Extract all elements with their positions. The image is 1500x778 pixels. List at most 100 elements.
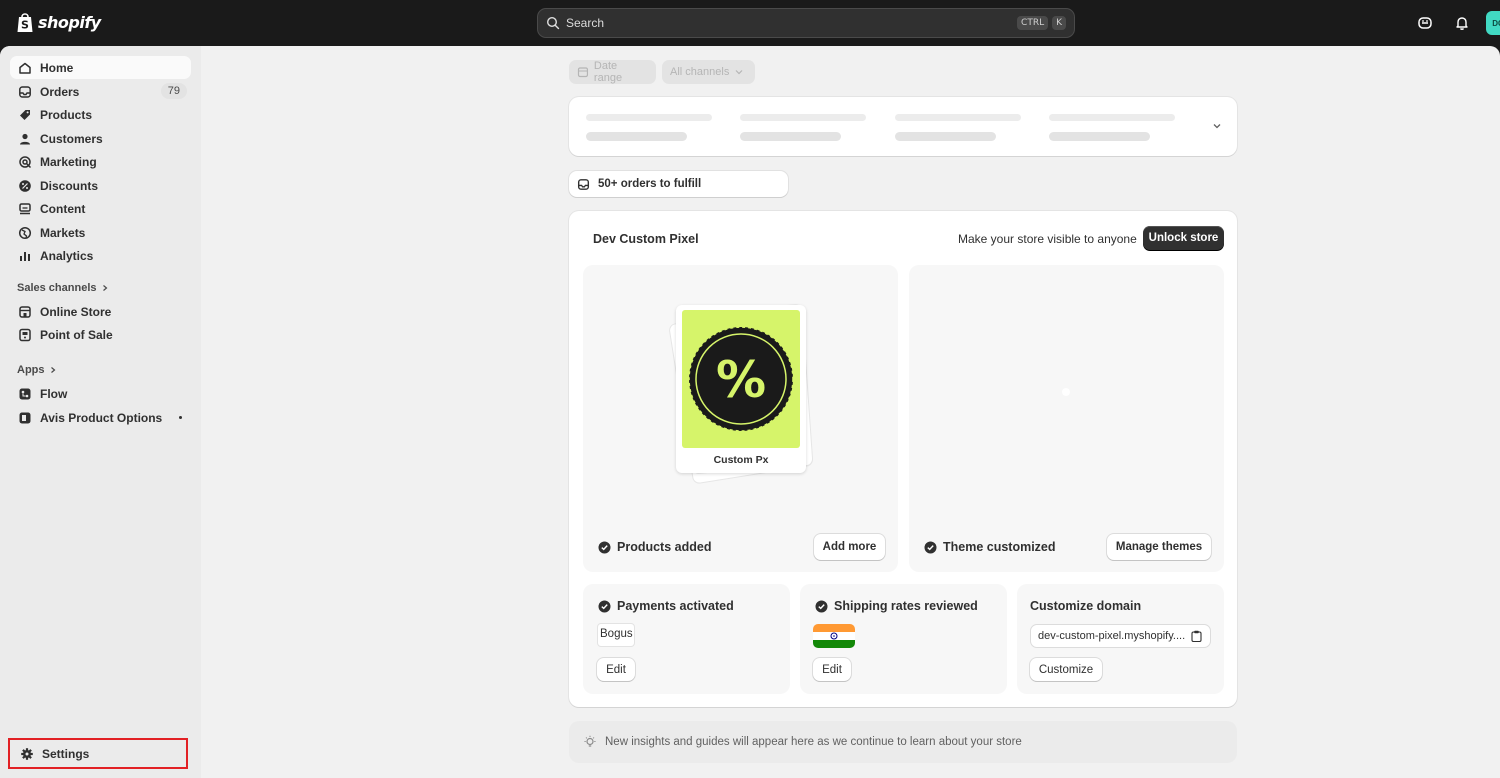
apps-heading[interactable]: Apps [17,364,57,376]
india-flag-icon [813,624,855,648]
payment-provider-logo: Bogus [597,623,635,647]
sidebar-item-markets[interactable]: Markets [10,221,191,244]
domain-panel: Customize domain dev-custom-pixel.myshop… [1017,584,1224,694]
channels-label: All channels [670,66,730,78]
shipping-edit-button[interactable]: Edit [813,658,851,681]
sidebar-item-content[interactable]: Content [10,197,191,220]
home-icon [19,62,31,74]
sidebar-item-point-of-sale[interactable]: Point of Sale [10,323,191,346]
sidebar-item-settings[interactable]: Settings [12,743,182,765]
discount-icon [19,179,31,192]
sidebar-item-home[interactable]: Home [10,56,191,79]
unread-dot [179,416,182,419]
sidebar-item-label: Content [40,201,86,216]
shipping-reviewed-label: Shipping rates reviewed [834,599,978,613]
sidekick-icon[interactable] [1417,15,1433,31]
shortcut-key-k: K [1052,16,1066,30]
channels-filter[interactable]: All channels [662,60,755,84]
chevron-down-icon[interactable] [1212,121,1222,131]
metric-skeleton [586,132,687,141]
sidebar-item-customers[interactable]: Customers [10,127,191,150]
payments-panel: Payments activated Bogus Edit [583,584,790,694]
insights-banner: New insights and guides will appear here… [569,721,1237,763]
search-bar[interactable]: Search CTRL K [537,8,1075,38]
lightbulb-icon [584,735,596,747]
payments-activated-label: Payments activated [617,599,734,613]
target-icon [19,155,32,168]
theme-customized-status: Theme customized [924,540,1056,554]
store-name: Dev Custom Pixel [593,232,699,246]
orders-to-fulfill-label: 50+ orders to fulfill [598,178,702,190]
sales-channels-heading[interactable]: Sales channels [17,282,109,294]
product-card[interactable]: % Custom Px [676,305,806,473]
calendar-icon [577,67,589,78]
globe-icon [18,226,32,239]
products-added-label: Products added [617,540,712,554]
metric-skeleton [1049,132,1150,141]
check-circle-icon [924,541,937,553]
sidebar: Home Orders 79 Products Customers Market… [0,46,201,778]
date-range-filter[interactable]: Date range [569,60,656,84]
visibility-text: Make your store visible to anyone [958,232,1137,246]
domain-field[interactable]: dev-custom-pixel.myshopify.... [1030,624,1211,648]
sidebar-item-orders[interactable]: Orders 79 [10,80,191,103]
metric-skeleton [895,132,996,141]
manage-themes-button[interactable]: Manage themes [1107,534,1211,560]
sidebar-item-flow[interactable]: Flow [10,382,191,405]
chevron-down-icon [735,70,743,75]
sidebar-item-discounts[interactable]: Discounts [10,174,191,197]
top-bar: S shopify Search CTRL K DC [0,0,1500,46]
insights-text: New insights and guides will appear here… [605,736,1022,748]
unlock-store-button[interactable]: Unlock store [1143,226,1224,250]
sidebar-item-label: Orders [40,84,80,99]
admin-frame: Home Orders 79 Products Customers Market… [0,46,1500,778]
shopify-logo[interactable]: S shopify [16,11,101,33]
sidebar-item-label: Settings [42,747,90,761]
search-icon [546,16,560,30]
sidebar-item-label: Markets [40,225,86,240]
person-icon [20,133,30,144]
sidebar-item-avis-product-options[interactable]: Avis Product Options [10,406,191,429]
tag-icon [20,109,30,120]
search-placeholder: Search [566,16,605,30]
metric-skeleton [895,114,1021,121]
sidebar-item-label: Analytics [40,248,94,263]
bell-icon[interactable] [1454,15,1470,31]
product-card-label: Custom Px [713,454,769,466]
domain-value: dev-custom-pixel.myshopify.... [1038,630,1186,642]
theme-customized-label: Theme customized [943,540,1056,554]
sidebar-item-analytics[interactable]: Analytics [10,244,191,267]
sidebar-item-label: Products [40,107,93,122]
theme-panel: Theme customized Manage themes [909,265,1224,572]
gear-icon [21,748,33,760]
products-panel: % Custom Px Products added Add more [583,265,898,572]
inbox-icon [577,178,590,190]
customize-domain-button[interactable]: Customize [1030,658,1102,681]
chevron-right-icon [102,285,107,291]
orders-to-fulfill-button[interactable]: 50+ orders to fulfill [569,171,788,197]
check-circle-icon [598,600,611,612]
payments-edit-button[interactable]: Edit [597,658,635,681]
sidebar-item-label: Flow [40,386,68,401]
flow-icon [19,388,31,399]
add-more-button[interactable]: Add more [814,534,885,560]
main-content: Date range All channels 50+ orders to fu… [201,46,1500,778]
sidebar-item-label: Avis Product Options [40,410,163,425]
svg-text:S: S [21,19,29,32]
shopify-bag-icon: S [17,13,33,32]
product-image: % [682,310,800,448]
loading-spinner [1062,388,1070,396]
inbox-icon [19,85,31,98]
sidebar-item-products[interactable]: Products [10,103,191,126]
date-range-label: Date range [593,60,623,84]
customize-domain-title: Customize domain [1030,599,1142,613]
settings-highlight: Settings [8,738,188,769]
sidebar-item-marketing[interactable]: Marketing [10,150,191,173]
clipboard-icon[interactable] [1191,630,1202,642]
sidebar-item-online-store[interactable]: Online Store [10,300,191,323]
section-label-text: Sales channels [17,282,97,294]
shortcut-key-ctrl: CTRL [1017,16,1049,30]
payments-activated-status: Payments activated [598,599,734,613]
orders-count-badge: 79 [160,83,187,99]
user-avatar[interactable]: DC [1486,11,1500,35]
